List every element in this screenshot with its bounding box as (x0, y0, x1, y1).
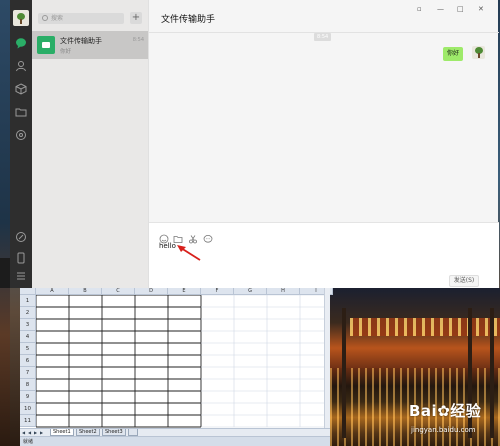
file-transfer-icon (37, 36, 55, 54)
row-header[interactable]: 8 (20, 379, 36, 391)
watermark-logo: Bai✿经验 (409, 402, 482, 420)
desktop-wallpaper-strip (0, 0, 10, 446)
avatar[interactable] (13, 10, 29, 26)
watermark-url: jingyan.baidu.com (411, 426, 476, 434)
menu-icon[interactable] (15, 270, 27, 282)
row-header[interactable]: 11 (20, 415, 36, 427)
column-header[interactable]: F (201, 288, 234, 295)
first-sheet-icon[interactable]: ◀ (22, 430, 25, 435)
select-all-corner[interactable] (20, 288, 36, 295)
wallpaper-post (342, 308, 346, 438)
sheet-tab[interactable]: Sheet2 (76, 429, 100, 436)
search-input[interactable]: 搜索 (38, 13, 124, 24)
row-header[interactable]: 9 (20, 391, 36, 403)
row-header[interactable]: 1 (20, 295, 36, 307)
sheet-tabs-bar: ◀ ◀ ▶ ▶ Sheet1 Sheet2 Sheet3 (20, 428, 330, 436)
scissors-icon[interactable] (188, 229, 198, 244)
message-bubble[interactable]: 你好 (443, 47, 464, 61)
row-header[interactable]: 10 (20, 403, 36, 415)
baidu-watermark: Bai✿经验 jingyan.baidu.com (405, 390, 500, 446)
sheet-tab[interactable]: Sheet3 (102, 429, 126, 436)
wechat-nav-bar (10, 0, 32, 288)
prev-sheet-icon[interactable]: ◀ (28, 430, 31, 435)
message-timestamp: 8:54 (314, 33, 332, 41)
tree-avatar-icon (474, 47, 484, 58)
search-icon (42, 15, 48, 21)
emoji-icon[interactable] (159, 229, 169, 244)
search-placeholder: 搜索 (51, 15, 64, 22)
row-header[interactable]: 7 (20, 367, 36, 379)
contacts-icon[interactable] (15, 60, 27, 72)
send-button[interactable]: 发送(S) (449, 275, 479, 287)
chat-main-panel: 文件传输助手 ▫ — □ ✕ 8:54 你好 hello 发送(S) (148, 0, 499, 288)
chat-list-item[interactable]: 文件传输助手 你好 8:54 (32, 31, 148, 59)
status-text: 就绪 (23, 439, 34, 445)
column-header[interactable]: A (36, 288, 69, 295)
phone-icon[interactable] (15, 252, 27, 264)
row-header[interactable]: 4 (20, 331, 36, 343)
column-header[interactable]: E (168, 288, 201, 295)
message-input-area[interactable]: hello 发送(S) (149, 222, 499, 288)
avatar[interactable] (472, 46, 485, 59)
add-button[interactable]: + (130, 12, 142, 24)
column-header[interactable]: H (267, 288, 300, 295)
pin-button[interactable]: ▫ (417, 5, 422, 13)
folder-icon[interactable] (173, 229, 183, 243)
moments-aperture-icon[interactable] (15, 129, 27, 141)
red-arrow-icon (177, 245, 201, 261)
row-header[interactable]: 6 (20, 355, 36, 367)
sheet-tab[interactable]: Sheet1 (50, 429, 74, 436)
chat-preview: 你好 (60, 49, 72, 55)
row-header[interactable]: 3 (20, 319, 36, 331)
chat-history-icon[interactable] (203, 229, 213, 243)
chat-time: 8:54 (132, 37, 144, 43)
favorites-cube-icon[interactable] (15, 83, 27, 95)
column-header[interactable]: B (69, 288, 102, 295)
vertical-scrollbar[interactable] (324, 288, 330, 428)
wallpaper-lights (350, 318, 500, 336)
status-bar: 就绪 (20, 436, 330, 446)
column-header[interactable]: D (135, 288, 168, 295)
tree-avatar-icon (16, 12, 26, 24)
next-sheet-icon[interactable]: ▶ (34, 430, 37, 435)
taskbar-edge (0, 258, 10, 288)
chat-name: 文件传输助手 (60, 37, 102, 45)
chat-title: 文件传输助手 (161, 15, 216, 25)
insert-sheet-icon[interactable] (128, 429, 138, 436)
column-header[interactable]: G (234, 288, 267, 295)
wechat-window: 搜索 + 文件传输助手 你好 8:54 文件传输助手 ▫ — □ ✕ 8:54 … (10, 0, 499, 288)
minimize-button[interactable]: — (437, 5, 444, 13)
maximize-button[interactable]: □ (457, 5, 464, 13)
chat-list-panel: 搜索 + 文件传输助手 你好 8:54 (32, 0, 148, 288)
mini-program-icon[interactable] (15, 231, 27, 243)
chat-bubble-icon[interactable] (15, 37, 27, 49)
row-header[interactable]: 5 (20, 343, 36, 355)
last-sheet-icon[interactable]: ▶ (40, 430, 43, 435)
row-header[interactable]: 2 (20, 307, 36, 319)
excel-window: ABCDEFGHI 1 2 3 4 5 6 7 8 9 10 11 ◀ ◀ ▶ ▶ Sheet1 S… (20, 288, 333, 446)
cell-grid[interactable] (36, 295, 324, 428)
folder-icon[interactable] (15, 106, 27, 118)
close-button[interactable]: ✕ (478, 5, 484, 13)
column-header[interactable]: C (102, 288, 135, 295)
